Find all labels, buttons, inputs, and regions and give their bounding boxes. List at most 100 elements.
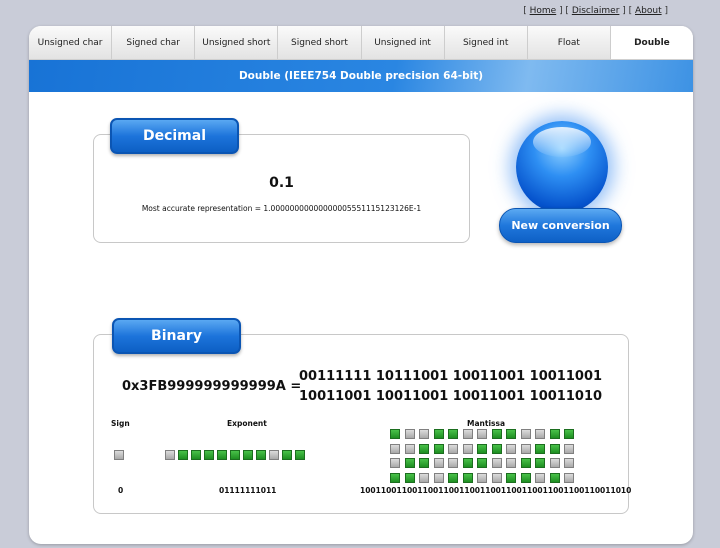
page-title-banner: Double (IEEE754 Double precision 64-bit) bbox=[29, 60, 693, 92]
exponent-bit-10 bbox=[295, 450, 305, 460]
mantissa-bit-15 bbox=[419, 443, 429, 454]
tab-signed-char[interactable]: Signed char bbox=[112, 26, 196, 59]
exponent-title: Exponent bbox=[227, 419, 267, 428]
mantissa-bit-43 bbox=[448, 472, 458, 483]
mantissa-bit-41 bbox=[419, 472, 429, 483]
mantissa-bit-40 bbox=[404, 472, 415, 483]
binary-panel: 0x3FB999999999999A = 00111111 10111001 1… bbox=[93, 334, 632, 514]
exponent-bit-1 bbox=[178, 450, 188, 460]
sign-bits bbox=[114, 450, 124, 460]
mantissa-bit-27 bbox=[404, 458, 415, 469]
hex-value: 0x3FB999999999999A = bbox=[122, 379, 302, 394]
tab-signed-short[interactable]: Signed short bbox=[278, 26, 362, 59]
mantissa-bit-13 bbox=[390, 443, 400, 454]
exponent-bit-6 bbox=[243, 450, 253, 460]
mantissa-bit-46 bbox=[491, 472, 502, 483]
mantissa-bit-33 bbox=[491, 458, 502, 469]
exponent-bit-0 bbox=[165, 450, 175, 460]
tab-signed-int[interactable]: Signed int bbox=[445, 26, 528, 59]
tab-unsigned-int[interactable]: Unsigned int bbox=[362, 26, 445, 59]
top-links: [ Home ] [ Disclaimer ] [ About ] bbox=[523, 6, 668, 16]
sign-bit-0 bbox=[114, 450, 124, 460]
mantissa-bit-34 bbox=[506, 458, 516, 469]
exponent-bit-2 bbox=[191, 450, 201, 460]
bits-line-2: 10011001 10011001 10011001 10011010 bbox=[299, 389, 603, 404]
binary-heading: Binary bbox=[112, 318, 241, 354]
mantissa-bit-26 bbox=[390, 458, 400, 469]
mantissa-bit-42 bbox=[433, 472, 444, 483]
mantissa-bits bbox=[390, 429, 574, 483]
mantissa-value: 1001100110011001100110011001100110011001… bbox=[360, 486, 632, 495]
mantissa-bit-25 bbox=[564, 443, 574, 454]
mantissa-bit-17 bbox=[448, 443, 458, 454]
sign-value: 0 bbox=[118, 486, 124, 495]
page-title: Double (IEEE754 Double precision 64-bit) bbox=[238, 70, 484, 82]
mantissa-bit-8 bbox=[506, 429, 516, 439]
mantissa-bit-36 bbox=[535, 458, 545, 469]
new-conversion-button[interactable]: New conversion bbox=[499, 111, 629, 246]
exponent-bit-4 bbox=[217, 450, 227, 460]
decimal-heading: Decimal bbox=[110, 118, 239, 154]
exponent-value: 01111111011 bbox=[219, 486, 277, 495]
mantissa-bit-45 bbox=[477, 472, 487, 483]
exponent-bit-8 bbox=[269, 450, 279, 460]
exponent-bit-3 bbox=[204, 450, 214, 460]
mantissa-bit-37 bbox=[549, 458, 560, 469]
sign-title: Sign bbox=[111, 419, 130, 428]
tab-double[interactable]: Double bbox=[610, 26, 693, 59]
decimal-value: 0.1 bbox=[269, 175, 294, 191]
mantissa-bit-20 bbox=[491, 443, 502, 454]
mantissa-bit-12 bbox=[564, 429, 574, 439]
mantissa-bit-47 bbox=[506, 472, 516, 483]
mantissa-bit-11 bbox=[549, 429, 560, 439]
mantissa-bit-49 bbox=[535, 472, 545, 483]
mantissa-bit-50 bbox=[549, 472, 560, 483]
mantissa-bit-7 bbox=[491, 429, 502, 439]
mantissa-bit-19 bbox=[477, 443, 487, 454]
mantissa-bit-51 bbox=[564, 472, 574, 483]
main-frame: Unsigned char Signed char Unsigned short… bbox=[29, 26, 693, 544]
mantissa-bit-31 bbox=[462, 458, 473, 469]
tab-unsigned-char[interactable]: Unsigned char bbox=[29, 26, 113, 59]
tab-float[interactable]: Float bbox=[528, 26, 611, 59]
mantissa-bit-14 bbox=[404, 443, 415, 454]
mantissa-bit-35 bbox=[520, 458, 531, 469]
mantissa-bit-22 bbox=[520, 443, 531, 454]
new-conversion-label: New conversion bbox=[499, 208, 622, 243]
mantissa-bit-29 bbox=[433, 458, 444, 469]
exponent-bits bbox=[165, 450, 305, 460]
tab-unsigned-short[interactable]: Unsigned short bbox=[195, 26, 279, 59]
mantissa-bit-4 bbox=[448, 429, 458, 439]
mantissa-bit-32 bbox=[477, 458, 487, 469]
mantissa-bit-0 bbox=[390, 429, 400, 439]
mantissa-bit-44 bbox=[462, 472, 473, 483]
mantissa-bit-28 bbox=[419, 458, 429, 469]
mantissa-bit-30 bbox=[448, 458, 458, 469]
mantissa-bit-6 bbox=[477, 429, 487, 439]
mantissa-bit-16 bbox=[433, 443, 444, 454]
about-link[interactable]: About bbox=[635, 6, 662, 16]
disclaimer-link[interactable]: Disclaimer bbox=[572, 6, 620, 16]
mantissa-bit-23 bbox=[535, 443, 545, 454]
mantissa-bit-48 bbox=[520, 472, 531, 483]
orb-highlight bbox=[533, 127, 591, 157]
accurate-representation: Most accurate representation = 1.0000000… bbox=[141, 204, 422, 213]
mantissa-bit-38 bbox=[564, 458, 574, 469]
exponent-bit-5 bbox=[230, 450, 240, 460]
mantissa-bit-18 bbox=[462, 443, 473, 454]
mantissa-bit-5 bbox=[462, 429, 473, 439]
bits-line-1: 00111111 10111001 10011001 10011001 bbox=[299, 369, 603, 384]
mantissa-bit-1 bbox=[404, 429, 415, 439]
mantissa-bit-39 bbox=[390, 472, 400, 483]
type-tabs: Unsigned char Signed char Unsigned short… bbox=[29, 26, 693, 60]
exponent-bit-9 bbox=[282, 450, 292, 460]
mantissa-bit-3 bbox=[433, 429, 444, 439]
exponent-bit-7 bbox=[256, 450, 266, 460]
mantissa-bit-21 bbox=[506, 443, 516, 454]
mantissa-bit-9 bbox=[520, 429, 531, 439]
binary-bits: 00111111 10111001 10011001 10011001 1001… bbox=[299, 367, 602, 407]
mantissa-title: Mantissa bbox=[467, 419, 506, 428]
home-link[interactable]: Home bbox=[530, 6, 557, 16]
mantissa-bit-2 bbox=[419, 429, 429, 439]
mantissa-bit-10 bbox=[535, 429, 545, 439]
